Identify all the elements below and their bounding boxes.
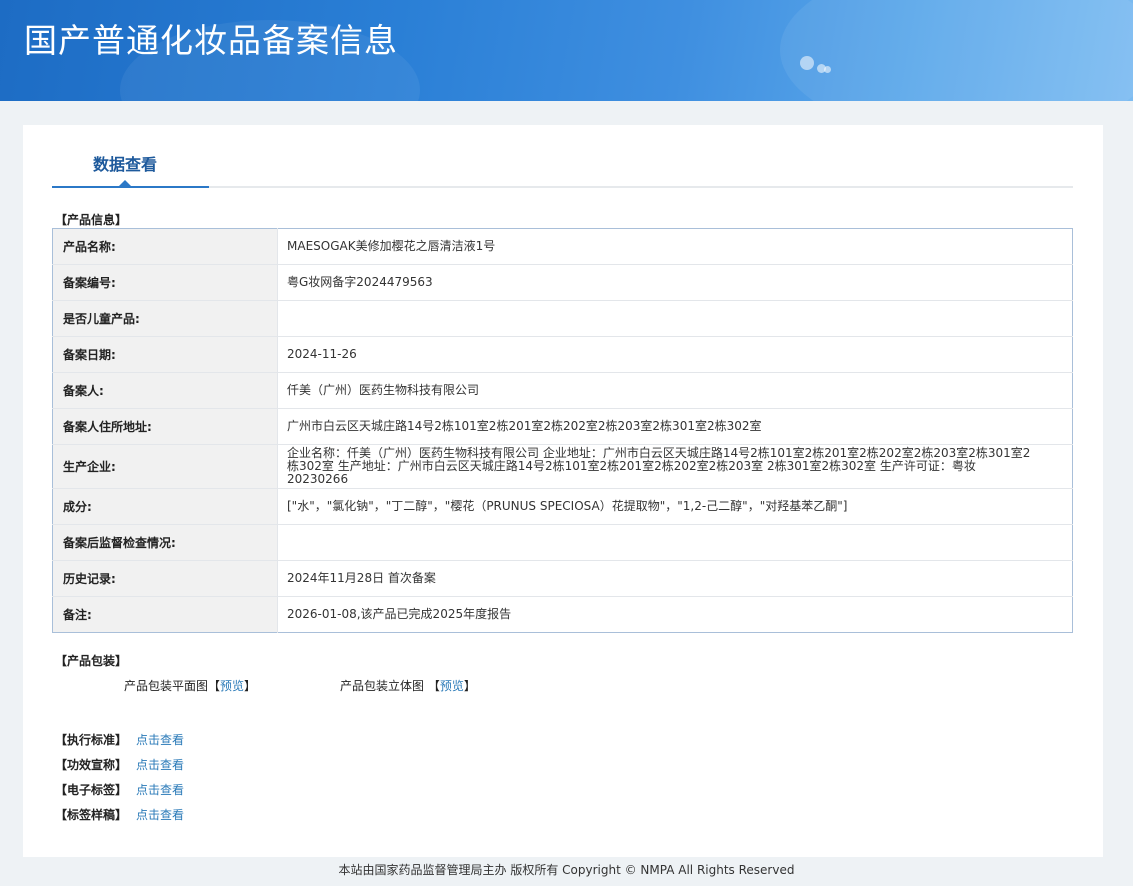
row-key: 备案人住所地址: <box>52 408 278 445</box>
row-key: 备注: <box>52 596 278 633</box>
table-row: 备案人: 仟美（广州）医药生物科技有限公司 <box>52 372 1073 409</box>
label-draft-view-link[interactable]: 点击查看 <box>136 808 184 822</box>
standard-view-link[interactable]: 点击查看 <box>136 733 184 747</box>
row-value <box>277 524 1073 561</box>
packaging-flat-preview-link[interactable]: 预览 <box>220 679 244 693</box>
row-key: 备案人: <box>52 372 278 409</box>
table-row: 备案日期: 2024-11-26 <box>52 336 1073 373</box>
packaging-title: 【产品包装】 <box>55 654 128 668</box>
efficacy-view-link[interactable]: 点击查看 <box>136 758 184 772</box>
table-row: 备案人住所地址: 广州市白云区天城庄路14号2栋101室2栋201室2栋202室… <box>52 408 1073 445</box>
e-label-label: 【电子标签】 <box>55 783 128 797</box>
packaging-flat: 产品包装平面图【预览】 <box>124 677 256 694</box>
tab-bar: 数据查看 <box>52 145 1073 188</box>
row-value: 仟美（广州）医药生物科技有限公司 <box>277 372 1073 409</box>
row-value: 2024-11-26 <box>277 336 1073 373</box>
bracket-close: 】 <box>244 679 257 693</box>
packaging-solid-preview-link[interactable]: 预览 <box>440 679 464 693</box>
table-row: 备案编号: 粤G妆网备字2024479563 <box>52 264 1073 301</box>
product-info-title: 【产品信息】 <box>55 213 128 227</box>
page-header: 国产普通化妆品备案信息 <box>0 0 1133 101</box>
bracket-open: 【 <box>208 679 221 693</box>
standard-label: 【执行标准】 <box>55 733 128 747</box>
e-label-row: 【电子标签】 点击查看 <box>55 781 184 798</box>
row-key: 备案编号: <box>52 264 278 301</box>
row-value: 企业名称：仟美（广州）医药生物科技有限公司 企业地址：广州市白云区天城庄路14号… <box>277 444 1073 489</box>
row-key: 备案后监督检查情况: <box>52 524 278 561</box>
row-value: 广州市白云区天城庄路14号2栋101室2栋201室2栋202室2栋203室2栋3… <box>277 408 1073 445</box>
row-value: 2024年11月28日 首次备案 <box>277 560 1073 597</box>
row-value: MAESOGAK美修加樱花之唇清洁液1号 <box>277 228 1073 265</box>
tab-indicator-arrow <box>119 180 131 186</box>
table-row: 历史记录: 2024年11月28日 首次备案 <box>52 560 1073 597</box>
label-draft-row: 【标签样稿】 点击查看 <box>55 806 184 823</box>
row-value <box>277 300 1073 337</box>
row-value: ["水"，"氯化钠"，"丁二醇"，"樱花（PRUNUS SPECIOSA）花提取… <box>277 488 1073 525</box>
row-key: 是否儿童产品: <box>52 300 278 337</box>
e-label-view-link[interactable]: 点击查看 <box>136 783 184 797</box>
standard-row: 【执行标准】 点击查看 <box>55 731 184 748</box>
row-key: 历史记录: <box>52 560 278 597</box>
row-key: 成分: <box>52 488 278 525</box>
bracket-open: 【 <box>427 679 440 693</box>
efficacy-row: 【功效宣称】 点击查看 <box>55 756 184 773</box>
table-row: 成分: ["水"，"氯化钠"，"丁二醇"，"樱花（PRUNUS SPECIOSA… <box>52 488 1073 525</box>
row-key: 产品名称: <box>52 228 278 265</box>
content-panel: 数据查看 【产品信息】 产品名称: MAESOGAK美修加樱花之唇清洁液1号 备… <box>23 125 1103 857</box>
row-value: 粤G妆网备字2024479563 <box>277 264 1073 301</box>
efficacy-label: 【功效宣称】 <box>55 758 128 772</box>
product-info-table: 产品名称: MAESOGAK美修加樱花之唇清洁液1号 备案编号: 粤G妆网备字2… <box>52 228 1073 633</box>
table-row: 生产企业: 企业名称：仟美（广州）医药生物科技有限公司 企业地址：广州市白云区天… <box>52 444 1073 489</box>
packaging-flat-label: 产品包装平面图 <box>124 679 209 693</box>
bracket-close: 】 <box>463 679 476 693</box>
table-row: 产品名称: MAESOGAK美修加樱花之唇清洁液1号 <box>52 228 1073 265</box>
row-key: 备案日期: <box>52 336 278 373</box>
packaging-solid: 产品包装立体图 【预览】 <box>340 677 476 694</box>
packaging-solid-label: 产品包装立体图 <box>340 679 425 693</box>
header-decoration <box>780 0 1133 101</box>
row-key: 生产企业: <box>52 444 278 489</box>
table-row: 是否儿童产品: <box>52 300 1073 337</box>
table-row: 备案后监督检查情况: <box>52 524 1073 561</box>
page-footer: 本站由国家药品监督管理局主办 版权所有 Copyright © NMPA All… <box>338 863 795 877</box>
label-draft-label: 【标签样稿】 <box>55 808 128 822</box>
tab-data-view[interactable]: 数据查看 <box>52 145 209 188</box>
page-title: 国产普通化妆品备案信息 <box>24 21 398 60</box>
table-row: 备注: 2026-01-08,该产品已完成2025年度报告 <box>52 596 1073 633</box>
row-value: 2026-01-08,该产品已完成2025年度报告 <box>287 607 512 621</box>
tab-label: 数据查看 <box>93 155 158 174</box>
